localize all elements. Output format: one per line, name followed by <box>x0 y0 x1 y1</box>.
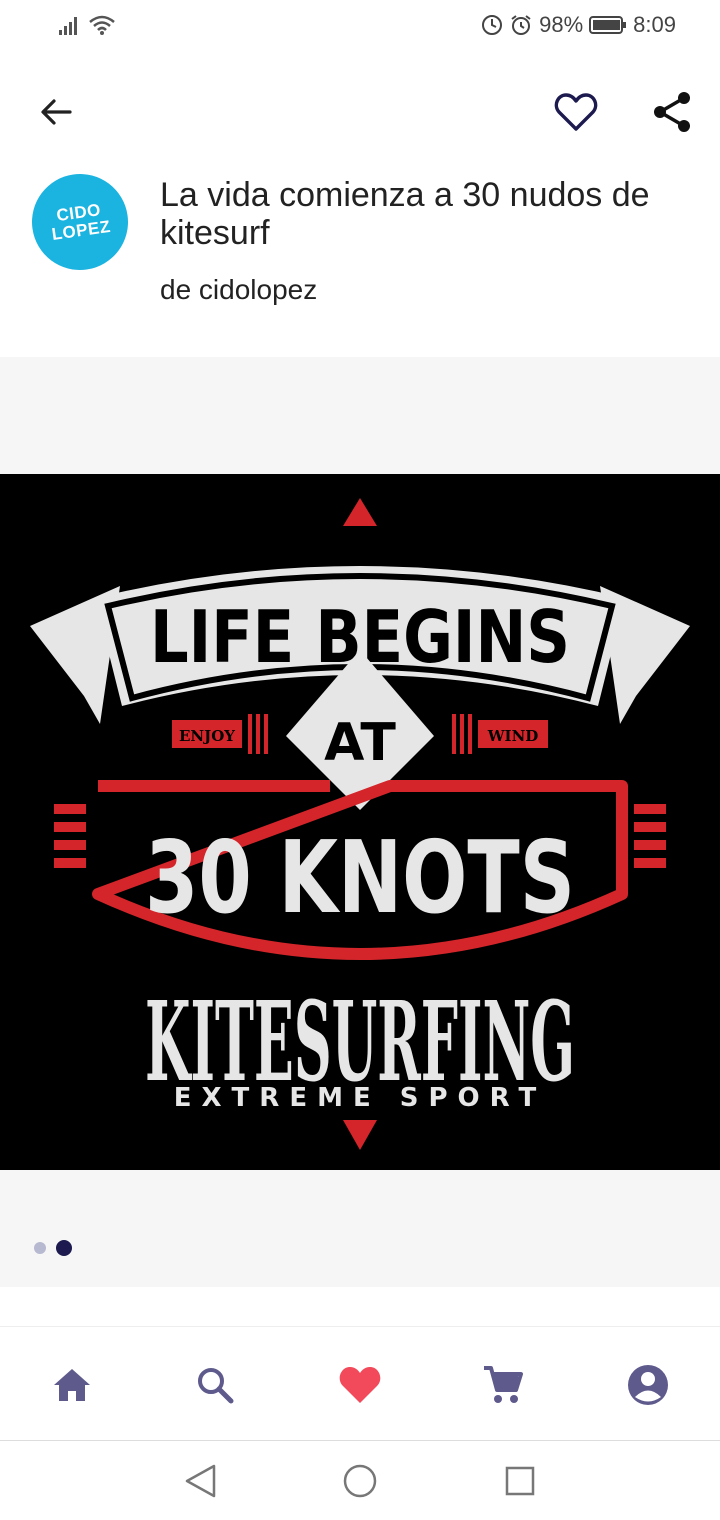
circle-home-icon <box>343 1464 377 1498</box>
gallery-pagination <box>34 1240 72 1256</box>
search-icon <box>198 1368 234 1404</box>
triangle-back-icon <box>185 1464 216 1498</box>
share-button[interactable] <box>646 86 698 138</box>
nav-account[interactable] <box>620 1357 676 1413</box>
share-icon <box>654 92 690 132</box>
art-knots: 30 KNOTS <box>145 819 575 936</box>
author-link[interactable]: de cidolopez <box>160 274 317 306</box>
nav-search[interactable] <box>187 1357 243 1413</box>
bottom-navigation <box>0 1326 720 1440</box>
account-icon <box>628 1365 668 1405</box>
system-navigation <box>0 1440 720 1520</box>
nav-cart[interactable] <box>475 1357 531 1413</box>
signal-icon <box>59 17 77 35</box>
art-at: AT <box>324 713 396 773</box>
heart-icon <box>339 1367 381 1403</box>
nav-favorites[interactable] <box>332 1357 388 1413</box>
alarm-icon <box>511 15 531 35</box>
art-enjoy: ENJOY <box>179 727 235 745</box>
home-icon <box>54 1369 90 1401</box>
arrow-left-icon <box>41 99 72 125</box>
system-home-button[interactable] <box>340 1461 380 1501</box>
square-recents-icon <box>505 1466 535 1496</box>
status-left <box>58 14 116 36</box>
art-extreme: EXTREME SPORT <box>174 1083 546 1113</box>
status-right: 98% 8:09 <box>481 12 676 38</box>
data-saver-icon <box>482 15 503 35</box>
art-wind: WIND <box>487 727 539 745</box>
pagination-dot[interactable] <box>34 1242 46 1254</box>
product-image[interactable]: LIFE BEGINS ENJOY WIND AT 30 KNOTS KITES… <box>0 474 720 1170</box>
favorite-button[interactable] <box>550 86 602 138</box>
wifi-icon <box>89 15 115 35</box>
heart-outline-icon <box>554 93 598 131</box>
system-recents-button[interactable] <box>500 1461 540 1501</box>
image-gallery[interactable]: LIFE BEGINS ENJOY WIND AT 30 KNOTS KITES… <box>0 357 720 1287</box>
pagination-dot-active[interactable] <box>56 1240 72 1256</box>
clock: 8:09 <box>633 12 676 37</box>
nav-home[interactable] <box>44 1357 100 1413</box>
avatar[interactable]: CIDO LOPEZ <box>25 167 135 277</box>
cart-icon <box>484 1366 523 1403</box>
top-app-bar <box>0 76 720 146</box>
status-bar: 98% 8:09 <box>0 0 720 56</box>
battery-icon <box>589 16 627 34</box>
product-title: La vida comienza a 30 nudos de kitesurf <box>160 176 650 252</box>
product-header: CIDO LOPEZ La vida comienza a 30 nudos d… <box>0 167 720 320</box>
battery-percent: 98% <box>539 12 584 37</box>
back-button[interactable] <box>30 86 82 138</box>
system-back-button[interactable] <box>180 1461 220 1501</box>
